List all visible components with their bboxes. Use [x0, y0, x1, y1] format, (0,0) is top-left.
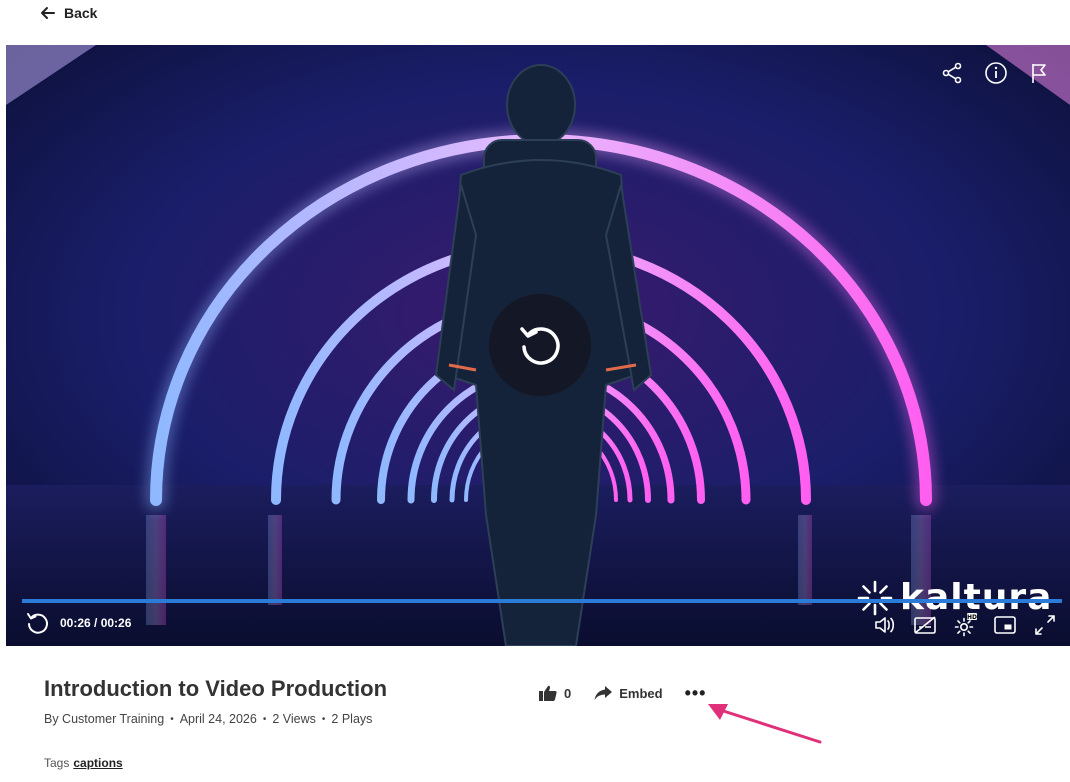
- media-actions: 0 Embed •••: [538, 684, 706, 702]
- author: By Customer Training: [44, 712, 165, 726]
- settings-icon[interactable]: HD: [952, 612, 978, 638]
- play-count: 2 Plays: [331, 712, 373, 726]
- tags-label: Tags: [44, 756, 70, 770]
- replay-button[interactable]: [489, 294, 591, 396]
- fullscreen-icon[interactable]: [1032, 612, 1058, 638]
- video-player[interactable]: kaltura 00:26 / 00:26 HD: [6, 45, 1070, 646]
- control-bar: 00:26 / 00:26 HD: [6, 602, 1070, 646]
- like-count: 0: [564, 685, 572, 701]
- back-link[interactable]: Back: [40, 5, 97, 21]
- media-meta: By Customer Training • April 24, 2026 • …: [44, 712, 372, 726]
- like-button[interactable]: 0: [538, 684, 571, 702]
- separator-dot: •: [170, 713, 174, 725]
- publish-date: April 24, 2026: [179, 712, 257, 726]
- volume-icon[interactable]: [872, 612, 898, 638]
- share-arrow-icon: [594, 686, 613, 700]
- arrow-left-icon: [41, 7, 55, 19]
- tags-row: Tags captions: [44, 756, 123, 770]
- share-icon[interactable]: [940, 61, 964, 85]
- embed-label: Embed: [619, 685, 663, 701]
- replay-small-icon[interactable]: [24, 610, 50, 636]
- time-display: 00:26 / 00:26: [60, 616, 132, 630]
- annotation-arrow-icon: [708, 704, 822, 744]
- replay-icon: [520, 327, 560, 365]
- hd-badge: HD: [967, 614, 977, 621]
- captions-off-icon[interactable]: [912, 612, 938, 638]
- separator-dot: •: [262, 713, 267, 725]
- tag-link[interactable]: captions: [73, 756, 122, 770]
- picture-in-picture-icon[interactable]: [992, 612, 1018, 638]
- back-label: Back: [64, 5, 98, 21]
- thumbs-up-icon: [539, 685, 557, 701]
- media-title: Introduction to Video Production: [44, 676, 388, 701]
- embed-button[interactable]: Embed: [593, 684, 663, 702]
- separator-dot: •: [321, 713, 326, 725]
- info-icon[interactable]: [984, 61, 1008, 85]
- view-count: 2 Views: [272, 712, 316, 726]
- flag-icon[interactable]: [1028, 61, 1052, 85]
